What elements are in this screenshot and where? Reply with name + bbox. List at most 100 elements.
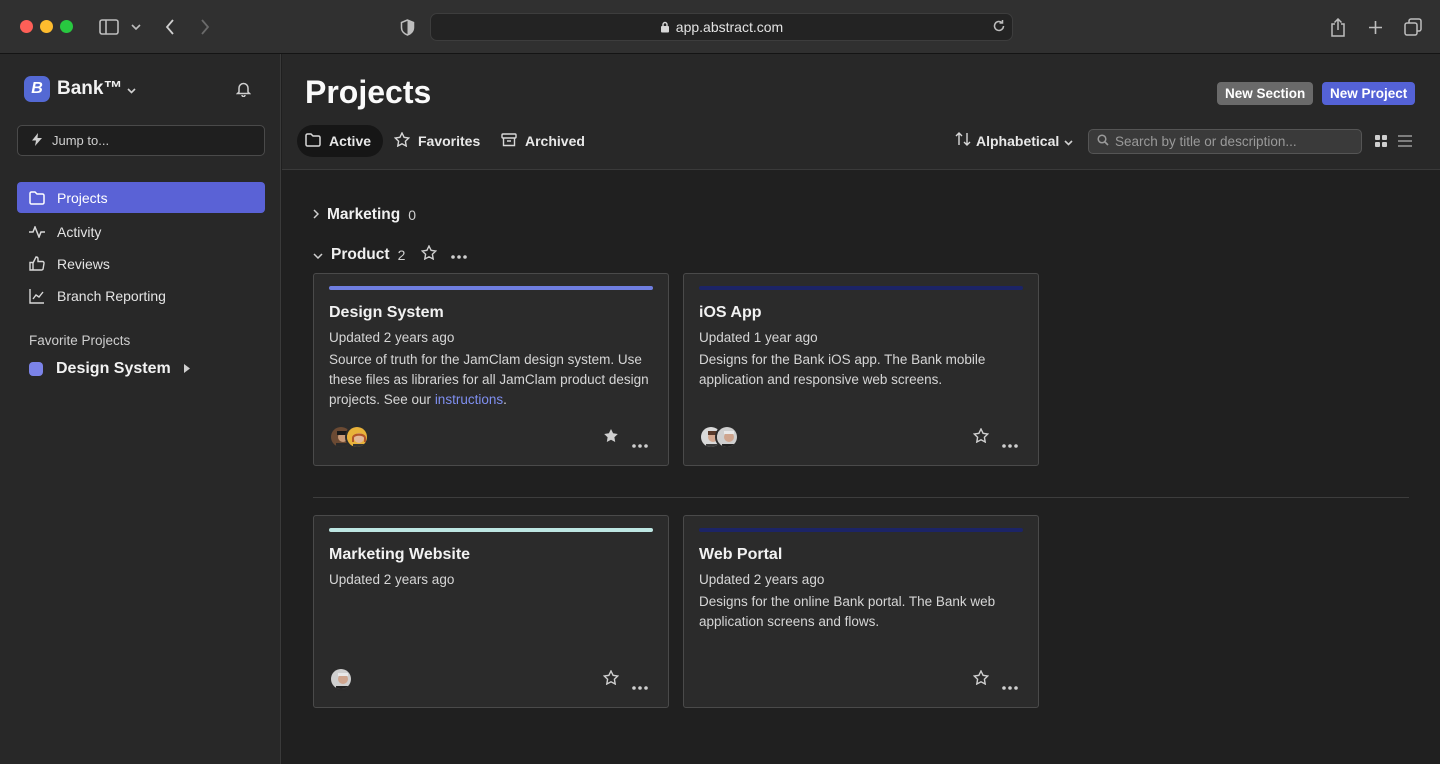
grid-view-icon[interactable] bbox=[1375, 134, 1387, 152]
sidebar-item-projects[interactable]: Projects bbox=[17, 182, 265, 213]
chevron-down-icon[interactable] bbox=[130, 14, 142, 40]
project-card-design-system[interactable]: Design System Updated 2 years ago Source… bbox=[313, 273, 669, 466]
project-description: Designs for the Bank iOS app. The Bank m… bbox=[699, 352, 986, 387]
chevron-down-icon bbox=[1064, 133, 1073, 149]
sort-dropdown[interactable]: Alphabetical bbox=[955, 132, 1073, 149]
project-card-ios-app[interactable]: iOS App Updated 1 year ago Designs for t… bbox=[683, 273, 1039, 466]
project-color-swatch bbox=[29, 362, 43, 376]
project-updated: Updated 2 years ago bbox=[329, 330, 455, 345]
minimize-window-button[interactable] bbox=[40, 20, 53, 33]
sidebar-item-reviews[interactable]: Reviews bbox=[17, 248, 265, 279]
main-content: Projects New Section New Project Active … bbox=[282, 54, 1440, 764]
star-icon[interactable] bbox=[972, 427, 990, 448]
avatar[interactable] bbox=[715, 425, 739, 449]
project-members bbox=[329, 425, 369, 449]
project-color-bar bbox=[329, 528, 653, 532]
lightning-icon bbox=[32, 132, 42, 149]
jump-to-input[interactable]: Jump to... bbox=[17, 125, 265, 156]
more-icon[interactable] bbox=[1002, 435, 1018, 453]
page-header: Projects New Section New Project Active … bbox=[282, 54, 1440, 170]
more-icon[interactable] bbox=[1002, 677, 1018, 695]
project-card-web-portal[interactable]: Web Portal Updated 2 years ago Designs f… bbox=[683, 515, 1039, 708]
more-icon[interactable] bbox=[632, 677, 648, 695]
tab-archived[interactable]: Archived bbox=[493, 125, 593, 157]
chevron-right-icon[interactable] bbox=[313, 206, 320, 224]
section-divider bbox=[313, 497, 1409, 498]
reload-icon[interactable] bbox=[992, 19, 1006, 33]
section-product[interactable]: Product 2 bbox=[313, 244, 468, 265]
sidebar-toggle-icon[interactable] bbox=[98, 14, 120, 40]
favorite-projects-heading: Favorite Projects bbox=[29, 333, 131, 348]
project-members bbox=[699, 425, 739, 449]
workspace-logo[interactable]: B bbox=[24, 76, 50, 102]
tab-favorites[interactable]: Favorites bbox=[386, 125, 488, 157]
chart-icon bbox=[29, 288, 45, 304]
shield-icon[interactable] bbox=[398, 14, 416, 40]
project-title: iOS App bbox=[699, 304, 762, 321]
lock-icon bbox=[660, 21, 670, 33]
address-bar[interactable]: app.abstract.com bbox=[430, 13, 1013, 41]
list-view-icon[interactable] bbox=[1398, 134, 1412, 152]
project-description: Source of truth for the JamClam design s… bbox=[329, 352, 649, 407]
new-project-button[interactable]: New Project bbox=[1322, 82, 1416, 105]
search-input[interactable]: Search by title or description... bbox=[1088, 129, 1362, 154]
search-placeholder: Search by title or description... bbox=[1115, 134, 1297, 149]
star-icon[interactable] bbox=[602, 669, 620, 690]
project-card-marketing-website[interactable]: Marketing Website Updated 2 years ago bbox=[313, 515, 669, 708]
section-count: 0 bbox=[408, 207, 417, 223]
project-title: Design System bbox=[329, 304, 444, 321]
chevron-down-icon bbox=[127, 78, 137, 100]
project-color-bar bbox=[329, 286, 653, 290]
avatar[interactable] bbox=[329, 667, 353, 691]
archive-icon bbox=[501, 132, 517, 150]
tab-active[interactable]: Active bbox=[297, 125, 384, 157]
page-title: Projects bbox=[305, 74, 432, 110]
sidebar-item-branch-reporting[interactable]: Branch Reporting bbox=[17, 280, 265, 311]
avatar[interactable] bbox=[345, 425, 369, 449]
project-updated: Updated 1 year ago bbox=[699, 330, 818, 345]
workspace-switcher[interactable]: Bank™ bbox=[57, 78, 137, 100]
zoom-window-button[interactable] bbox=[60, 20, 73, 33]
workspace-name: Bank™ bbox=[57, 78, 123, 99]
bell-icon[interactable] bbox=[235, 81, 252, 102]
project-updated: Updated 2 years ago bbox=[329, 572, 455, 587]
share-icon[interactable] bbox=[1329, 14, 1347, 40]
sort-icon bbox=[955, 132, 971, 149]
close-window-button[interactable] bbox=[20, 20, 33, 33]
instructions-link[interactable]: instructions bbox=[435, 392, 503, 407]
favorite-project-design-system[interactable]: Design System bbox=[29, 360, 190, 378]
project-description: Designs for the online Bank portal. The … bbox=[699, 594, 996, 629]
activity-icon bbox=[29, 224, 45, 240]
sort-label: Alphabetical bbox=[976, 132, 1060, 149]
folder-icon bbox=[305, 132, 321, 150]
caret-right-icon[interactable] bbox=[183, 360, 190, 378]
thumbs-up-icon bbox=[29, 256, 45, 272]
project-updated: Updated 2 years ago bbox=[699, 572, 825, 587]
project-members bbox=[329, 667, 353, 691]
section-count: 2 bbox=[397, 247, 406, 263]
section-marketing[interactable]: Marketing 0 bbox=[313, 206, 416, 224]
star-icon[interactable] bbox=[421, 244, 438, 265]
more-icon[interactable] bbox=[451, 246, 468, 264]
forward-icon[interactable] bbox=[197, 14, 213, 40]
browser-toolbar: app.abstract.com bbox=[0, 0, 1440, 54]
tab-overview-icon[interactable] bbox=[1403, 14, 1423, 40]
section-name: Marketing bbox=[327, 206, 401, 223]
folder-icon bbox=[29, 190, 45, 206]
star-icon bbox=[393, 131, 411, 150]
star-filled-icon[interactable] bbox=[603, 428, 619, 448]
back-icon[interactable] bbox=[162, 14, 178, 40]
star-icon[interactable] bbox=[972, 669, 990, 690]
chevron-down-icon[interactable] bbox=[313, 246, 323, 264]
jump-to-placeholder: Jump to... bbox=[52, 133, 110, 148]
project-title: Marketing Website bbox=[329, 546, 471, 563]
more-icon[interactable] bbox=[632, 435, 648, 453]
project-color-bar bbox=[699, 528, 1023, 532]
project-title: Web Portal bbox=[699, 546, 783, 563]
sidebar: B Bank™ Jump to... Projects Activity Rev… bbox=[0, 54, 281, 764]
sidebar-item-activity[interactable]: Activity bbox=[17, 216, 265, 247]
new-section-button[interactable]: New Section bbox=[1217, 82, 1314, 105]
search-icon bbox=[1097, 134, 1109, 149]
new-tab-icon[interactable] bbox=[1366, 14, 1384, 40]
project-color-bar bbox=[699, 286, 1023, 290]
